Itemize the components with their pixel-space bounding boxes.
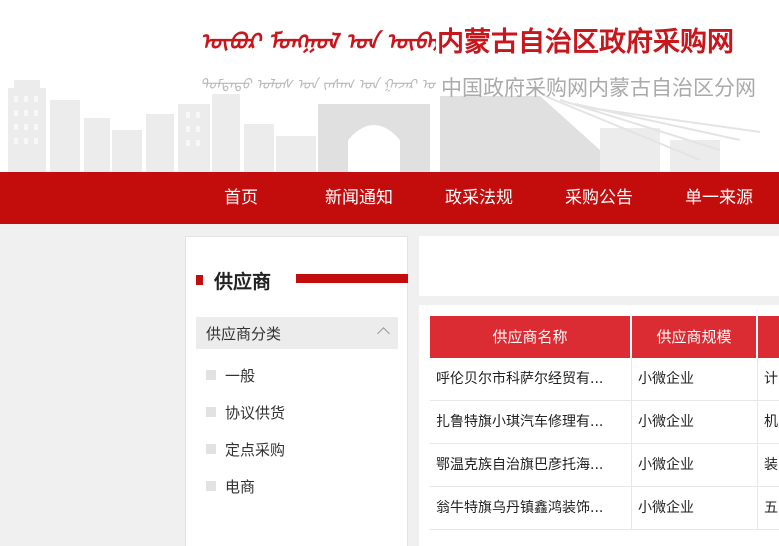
supplier-sidebar: 供应商 供应商分类 一般 协议供货 定点采购 电商 [185, 236, 408, 546]
table-row[interactable]: 呼伦贝尔市科萨尔经贸有... 小微企业 计 [430, 358, 779, 401]
mongolian-site-subtitle: ᠳᠤᠮᠳᠠᠳᠤ ᠤᠯᠤᠰ ᠤᠨ ᠵᠠᠰᠠᠭ ᠤᠨ ᠭᠠᠵᠠᠷ ᠤᠨ ᠬᠤᠳᠠᠯᠳ… [200, 77, 436, 93]
nav-item-single-source[interactable]: 单一来源 [685, 172, 753, 224]
main-nav: 首页 新闻通知 政采法规 采购公告 单一来源 [0, 172, 779, 224]
square-bullet-icon [206, 370, 216, 380]
supplier-category-list: 一般 协议供货 定点采购 电商 [196, 361, 396, 509]
sidebar-item-label: 协议供货 [225, 404, 286, 422]
supplier-name-cell: 呼伦贝尔市科萨尔经贸有... [430, 358, 632, 401]
supplier-extra-cell: 计 [764, 371, 778, 387]
column-header-supplier-name: 供应商名称 [430, 316, 630, 358]
sidebar-title: 供应商 [214, 271, 272, 293]
sidebar-item-general[interactable]: 一般 [196, 361, 396, 398]
nav-item-news[interactable]: 新闻通知 [325, 172, 393, 224]
mongolian-site-title: ᠥᠪᠥᠷ ᠮᠣᠩᠭᠣᠯ ᠤᠨ ᠥᠪᠡᠷᠲᠡᠭᠡᠨ ᠵᠠᠰᠠᠬᠤ [200, 29, 436, 54]
supplier-extra-cell: 五 [764, 500, 778, 516]
supplier-table-panel: 供应商名称 供应商规模 呼伦贝尔市科萨尔经贸有... 小微企业 计 扎鲁特旗小琪… [419, 305, 779, 546]
supplier-scale-cell: 小微企业 [632, 358, 758, 401]
sidebar-item-designated-purchase[interactable]: 定点采购 [196, 435, 396, 472]
supplier-category-toggle[interactable]: 供应商分类 [196, 317, 398, 349]
nav-item-regulations[interactable]: 政采法规 [445, 172, 513, 224]
page: ᠥᠪᠥᠷ ᠮᠣᠩᠭᠣᠯ ᠤᠨ ᠥᠪᠡᠷᠲᠡᠭᠡᠨ ᠵᠠᠰᠠᠬᠤ 内蒙古自治区政府… [0, 0, 779, 546]
table-row[interactable]: 扎鲁特旗小琪汽车修理有... 小微企业 机 [430, 401, 779, 444]
supplier-scale-cell: 小微企业 [632, 487, 758, 530]
supplier-name-cell: 翁牛特旗乌丹镇鑫鸿装饰... [430, 487, 632, 530]
search-panel [419, 236, 779, 296]
square-bullet-icon [206, 407, 216, 417]
supplier-name-cell: 扎鲁特旗小琪汽车修理有... [430, 401, 632, 444]
table-row[interactable]: 翁牛特旗乌丹镇鑫鸿装饰... 小微企业 五 [430, 487, 779, 530]
supplier-extra-cell: 机 [764, 414, 778, 430]
column-header-supplier-scale: 供应商规模 [632, 316, 756, 358]
sidebar-item-ecommerce[interactable]: 电商 [196, 472, 396, 509]
supplier-extra-cell: 装 [764, 457, 778, 473]
square-bullet-icon [206, 481, 216, 491]
sidebar-item-label: 定点采购 [225, 441, 286, 459]
supplier-scale-cell: 小微企业 [632, 444, 758, 487]
sidebar-item-label: 电商 [225, 478, 256, 496]
site-header: ᠥᠪᠥᠷ ᠮᠣᠩᠭᠣᠯ ᠤᠨ ᠥᠪᠡᠷᠲᠡᠭᠡᠨ ᠵᠠᠰᠠᠬᠤ 内蒙古自治区政府… [0, 0, 779, 172]
sidebar-heading: 供应商 [196, 267, 408, 293]
column-header-extra [758, 316, 779, 358]
sidebar-item-label: 一般 [225, 367, 256, 385]
supplier-scale-cell: 小微企业 [632, 401, 758, 444]
supplier-category-label: 供应商分类 [206, 325, 282, 343]
square-bullet-icon [206, 444, 216, 454]
table-row[interactable]: 鄂温克族自治旗巴彦托海... 小微企业 装 [430, 444, 779, 487]
chevron-up-icon [377, 327, 390, 340]
heading-marker-icon [196, 275, 203, 285]
site-subtitle: 中国政府采购网内蒙古自治区分网 [441, 76, 756, 100]
sidebar-item-agreement-supply[interactable]: 协议供货 [196, 398, 396, 435]
heading-rule [296, 274, 408, 283]
site-title: 内蒙古自治区政府采购网 [437, 27, 734, 58]
nav-item-announcements[interactable]: 采购公告 [565, 172, 633, 224]
nav-item-home[interactable]: 首页 [224, 172, 258, 224]
supplier-name-cell: 鄂温克族自治旗巴彦托海... [430, 444, 632, 487]
